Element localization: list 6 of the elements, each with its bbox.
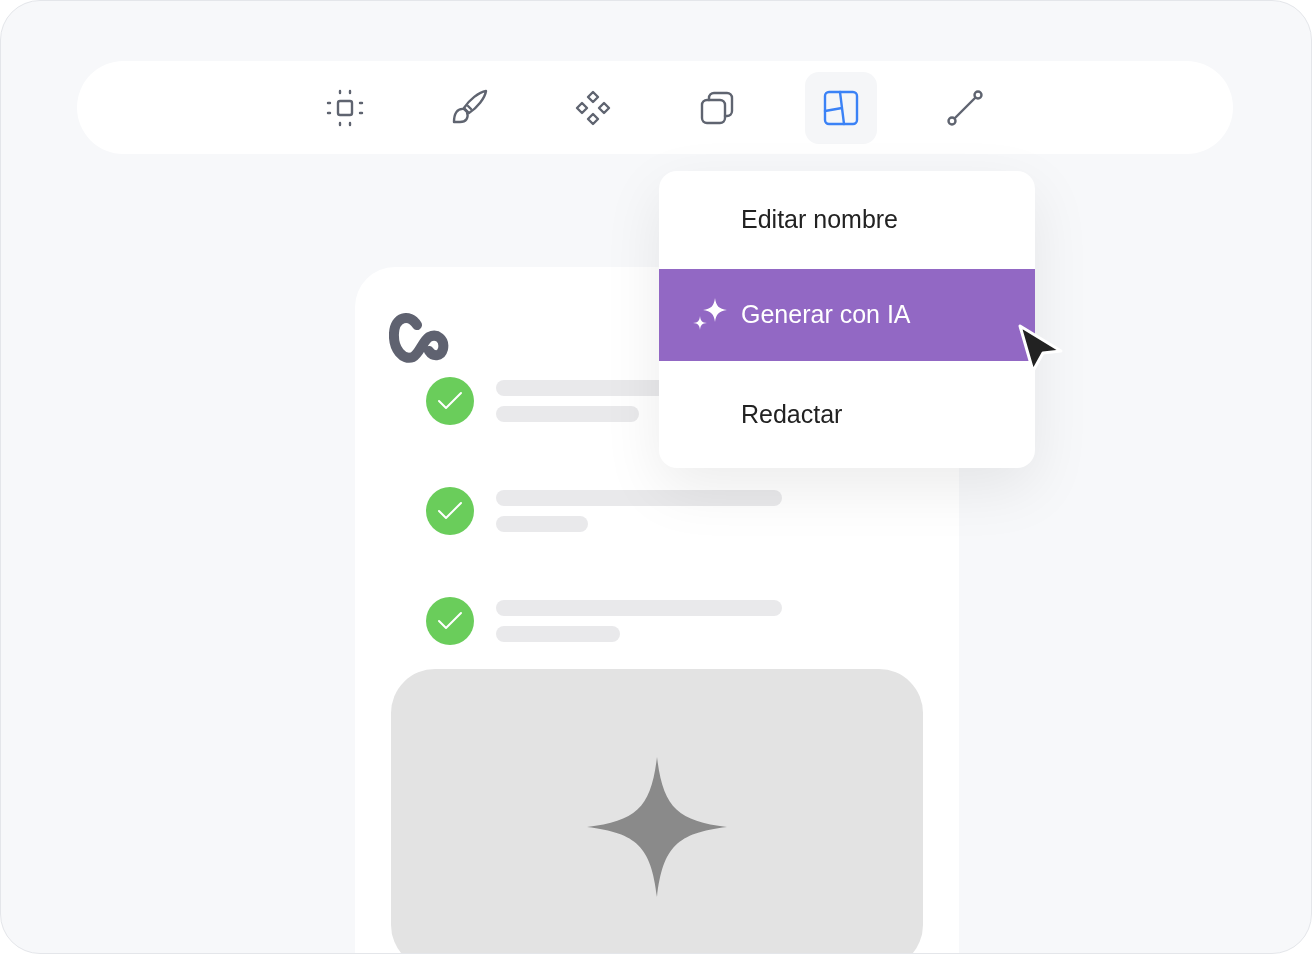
menu-item[interactable]: Redactar — [659, 361, 1035, 468]
menu-item[interactable]: Generar con IA — [659, 269, 1035, 361]
frame-icon — [325, 87, 365, 128]
line-icon — [945, 87, 985, 128]
tool-button[interactable] — [805, 71, 877, 144]
menu-item[interactable]: Editar nombre — [659, 171, 1035, 269]
